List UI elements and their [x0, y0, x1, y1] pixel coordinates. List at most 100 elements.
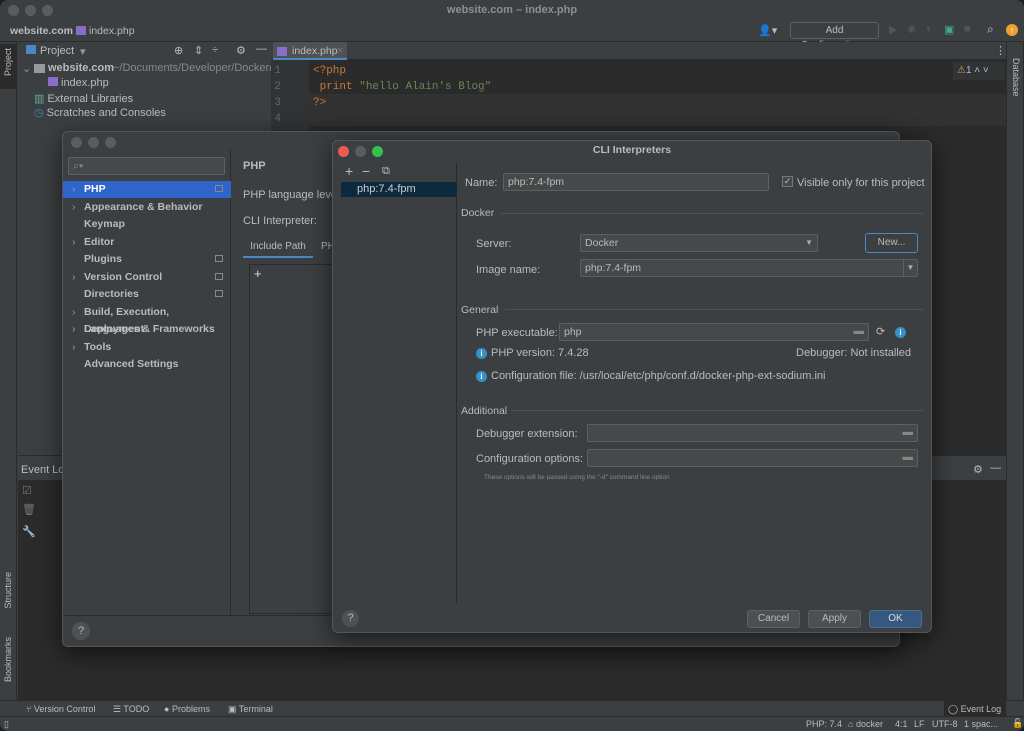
stop-icon[interactable]: ■	[964, 23, 971, 35]
line-number: 2	[274, 81, 281, 93]
tree-item-version-control[interactable]: › Version Control	[63, 269, 231, 286]
tree-item-tools[interactable]: › Tools	[63, 339, 231, 356]
tree-item-advanced[interactable]: Advanced Settings	[63, 356, 231, 373]
tree-item-php[interactable]: › PHP	[63, 181, 231, 198]
user-icon[interactable]: 👤▾	[758, 24, 777, 37]
close-tab-icon[interactable]: ×	[337, 45, 343, 57]
visible-only-checkbox[interactable]: ✓	[782, 176, 793, 187]
debugger-extension-input[interactable]: ▬	[587, 424, 918, 442]
ok-button[interactable]: OK	[869, 610, 922, 628]
add-icon[interactable]: +	[254, 266, 262, 281]
tree-item-keymap[interactable]: Keymap	[63, 216, 231, 233]
update-icon[interactable]: ↑	[1006, 24, 1018, 36]
server-select[interactable]: Docker ▼	[580, 234, 818, 252]
tree-item-build[interactable]: › Build, Execution, Deployment	[63, 304, 231, 335]
chevron-down-icon[interactable]: ▾	[80, 45, 86, 58]
minimize-button[interactable]	[88, 137, 99, 148]
label: Appearance & Behavior	[84, 200, 203, 213]
layout-icon[interactable]: ▯	[4, 719, 9, 730]
close-button[interactable]	[71, 137, 82, 148]
status-bar: ▯ PHP: 7.4 ⌂ docker 4:1 LF UTF-8 1 spac.…	[0, 716, 1024, 731]
tree-item-scratches[interactable]: ◷ Scratches and Consoles	[34, 106, 166, 119]
cancel-button[interactable]: Cancel	[747, 610, 800, 628]
caret-position[interactable]: 4:1	[895, 719, 908, 729]
hide-icon[interactable]: —	[990, 462, 1001, 474]
info-icon[interactable]: i	[895, 327, 906, 338]
todo-tool-button[interactable]: ☰ TODO	[113, 704, 149, 715]
coverage-icon[interactable]: ◐	[926, 23, 933, 35]
breadcrumb-file[interactable]: index.php	[89, 25, 135, 37]
add-icon[interactable]: +	[345, 163, 353, 179]
settings-search-input[interactable]: ⌕▾	[68, 157, 225, 175]
trash-icon[interactable]: 🗑	[22, 503, 36, 516]
zoom-button[interactable]	[105, 137, 116, 148]
line-separator[interactable]: LF	[914, 719, 925, 729]
database-tool-button[interactable]: Database	[1011, 58, 1021, 97]
help-button[interactable]: ?	[72, 622, 90, 640]
inspection-widget[interactable]: ⚠1 ˄ ˅	[953, 62, 1005, 80]
run-icon[interactable]: ▶	[889, 23, 897, 36]
locate-icon[interactable]: ⊕	[174, 44, 183, 57]
mark-read-icon[interactable]: ☑	[22, 484, 32, 497]
interpreter-item[interactable]: php:7.4-fpm	[341, 182, 457, 197]
remove-icon[interactable]: −	[362, 163, 370, 179]
indent[interactable]: 1 spac...	[964, 719, 998, 729]
project-view-selector[interactable]: Project	[40, 45, 74, 57]
lock-icon[interactable]: 🔓	[1012, 718, 1023, 729]
copy-icon[interactable]: ⧉	[382, 165, 390, 178]
apply-button[interactable]: Apply	[808, 610, 861, 628]
encoding[interactable]: UTF-8	[932, 719, 958, 729]
tree-item-appearance[interactable]: › Appearance & Behavior	[63, 199, 231, 216]
image-name-combo[interactable]: php:7.4-fpm ▼	[580, 259, 918, 277]
editor-tabs: index.php × ⋮	[271, 42, 1006, 60]
tab-index-php[interactable]: index.php ×	[273, 42, 347, 60]
tab-include-path[interactable]: Include Path	[243, 240, 313, 258]
gear-icon[interactable]: ⚙	[236, 44, 246, 57]
configuration-options-input[interactable]: ▬	[587, 449, 918, 467]
label: Editor	[84, 235, 115, 248]
php-executable-input[interactable]: php ▬	[559, 323, 869, 341]
add-configuration-button[interactable]: Add Configuration...	[790, 22, 879, 51]
folder-icon[interactable]: ▬	[903, 451, 914, 463]
left-tool-stripe: Project Structure Bookmarks	[0, 42, 17, 700]
wrench-icon[interactable]: 🔧	[22, 525, 36, 538]
problems-tool-button[interactable]: ● Problems	[164, 704, 210, 714]
tree-item-editor[interactable]: › Editor	[63, 234, 231, 251]
gear-icon[interactable]: ⚙	[973, 463, 983, 476]
project-scope-icon	[215, 272, 223, 280]
tree-item-external-libraries[interactable]: ▥ External Libraries	[34, 92, 133, 105]
expand-all-icon[interactable]: ⇕	[194, 44, 203, 57]
include-path-list[interactable]: +	[249, 264, 339, 614]
breadcrumb-project[interactable]: website.com	[10, 25, 73, 37]
chevron-down-icon[interactable]: ▼	[903, 260, 917, 276]
event-log-tool-button[interactable]: ◯ Event Log	[944, 701, 1006, 717]
visible-only-label: Visible only for this project	[797, 177, 925, 189]
tree-item-index[interactable]: index.php	[48, 77, 109, 89]
folder-icon[interactable]: ▬	[903, 426, 914, 438]
interpreter-widget[interactable]: ⌂ docker	[848, 719, 883, 729]
help-button[interactable]: ?	[342, 610, 359, 627]
tree-item-languages[interactable]: › Languages & Frameworks	[63, 321, 231, 338]
more-icon[interactable]: ⋮	[995, 44, 1006, 57]
project-tool-button[interactable]: Project	[3, 48, 13, 76]
search-icon[interactable]: ⌕	[987, 22, 994, 37]
tree-root[interactable]: ⌄ website.com ~/Documents/Developer/Dock…	[18, 61, 288, 77]
bookmarks-tool-button[interactable]: Bookmarks	[3, 637, 13, 682]
folder-icon[interactable]: ▬	[854, 325, 865, 337]
terminal-tool-button[interactable]: ▣ Terminal	[228, 704, 273, 715]
new-server-button[interactable]: New...	[865, 233, 918, 253]
name-input[interactable]: php:7.4-fpm	[503, 173, 769, 191]
attach-icon[interactable]: ▣	[944, 23, 954, 36]
tree-item-plugins[interactable]: Plugins	[63, 251, 231, 268]
collapse-all-icon[interactable]: ÷	[212, 44, 218, 56]
refresh-icon[interactable]: ⟳	[876, 325, 885, 338]
hide-icon[interactable]: —	[256, 43, 267, 55]
cli-interpreter-label: CLI Interpreter:	[243, 215, 317, 227]
version-control-tool-button[interactable]: ⑂ Version Control	[26, 704, 95, 714]
structure-tool-button[interactable]: Structure	[3, 572, 13, 609]
debug-icon[interactable]: ✱	[907, 23, 916, 36]
cli-interpreters-dialog: CLI Interpreters + − ⧉ php:7.4-fpm Name:…	[332, 140, 932, 633]
php-level-widget[interactable]: PHP: 7.4	[806, 719, 842, 729]
tree-item-directories[interactable]: Directories	[63, 286, 231, 303]
label: Problems	[171, 704, 210, 714]
